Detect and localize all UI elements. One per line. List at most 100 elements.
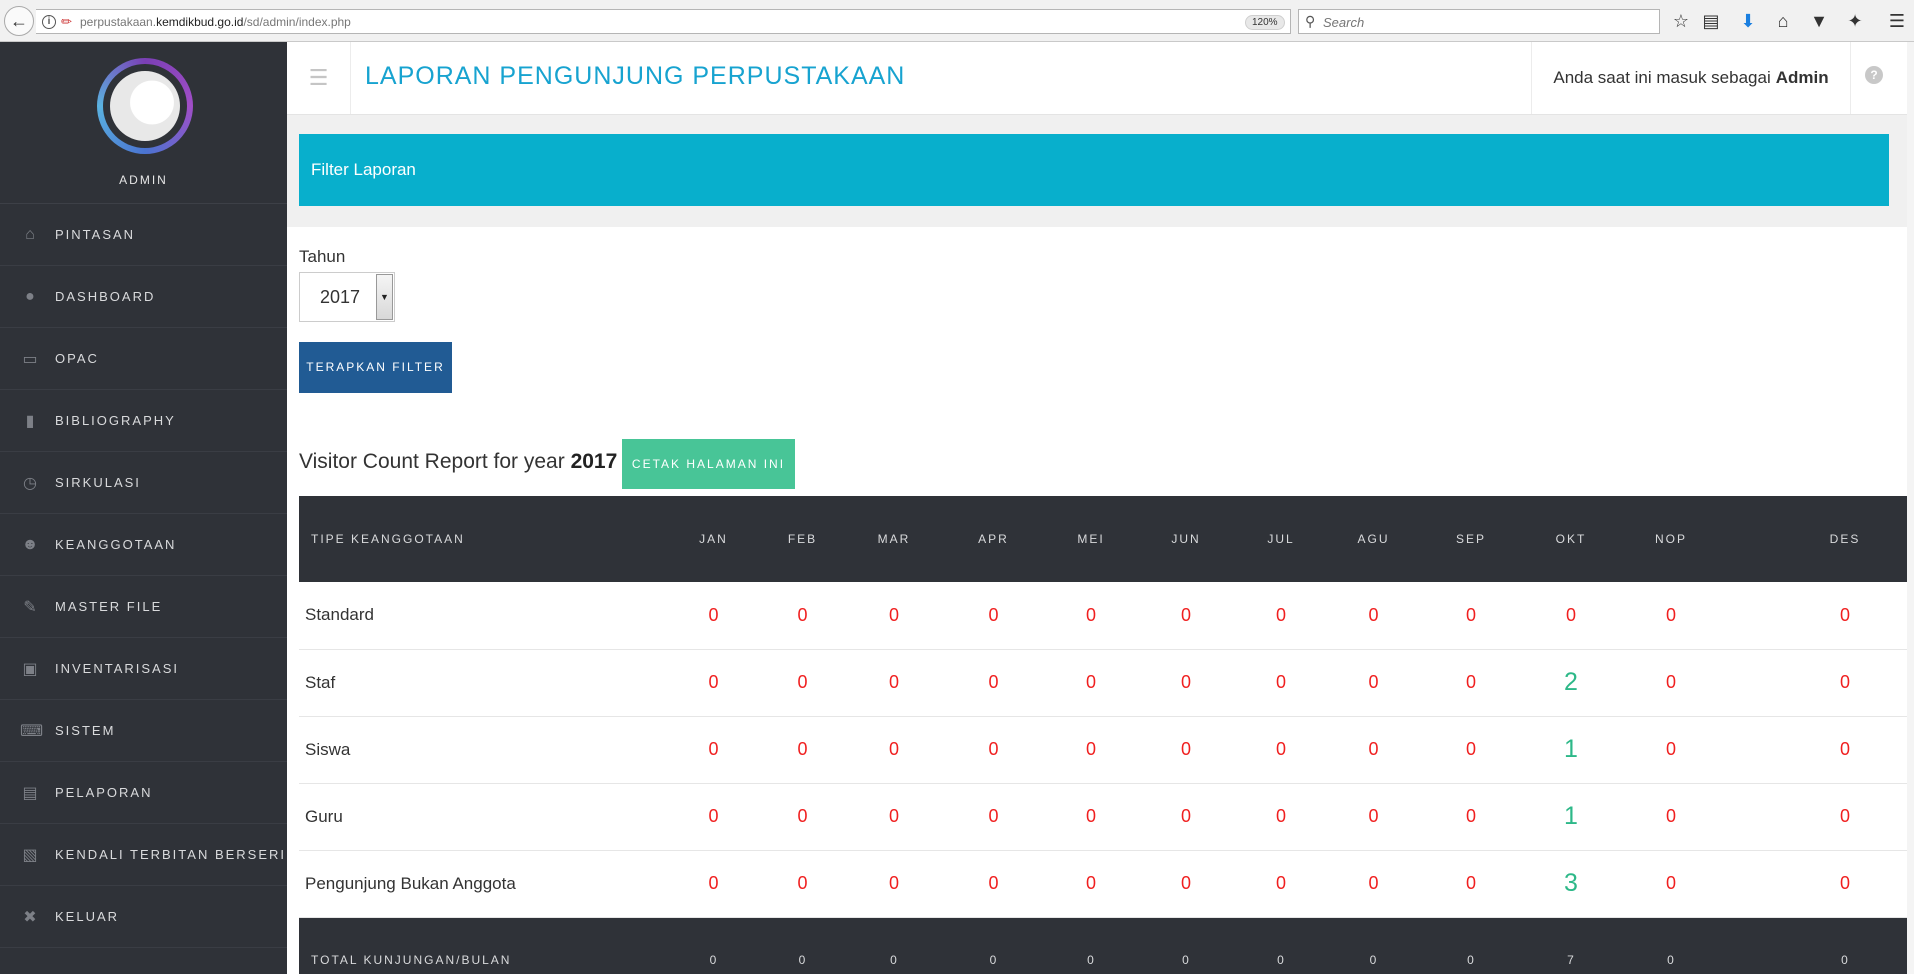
total-count-cell: 0 <box>1236 917 1326 974</box>
back-button[interactable]: ← <box>4 6 34 36</box>
visitor-count-cell: 0 <box>1721 783 1914 851</box>
visitor-count-cell: 0 <box>847 783 941 851</box>
visitor-count-cell: 0 <box>1621 850 1721 918</box>
pocket-icon[interactable]: ▼ <box>1806 9 1832 33</box>
visitor-count-cell: 2 <box>1521 649 1621 717</box>
menu-icon[interactable]: ☰ <box>1884 9 1910 33</box>
clock-icon: ◷ <box>23 474 37 492</box>
page-header: ☰ LAPORAN PENGUNJUNG PERPUSTAKAAN Anda s… <box>287 42 1914 115</box>
sidebar-item-dashboard[interactable]: ● DASHBOARD <box>0 266 287 328</box>
apply-filter-button[interactable]: TERAPKAN FILTER <box>299 342 452 393</box>
visitor-count-cell: 0 <box>1326 716 1421 784</box>
extension-icon[interactable]: ✦ <box>1842 9 1868 33</box>
table-header-row: TIPE KEANGGOTAAN JAN FEB MAR APR MEI JUN… <box>299 496 1914 582</box>
visitor-count-cell: 0 <box>1721 649 1914 717</box>
visitor-count-cell: 0 <box>1421 649 1521 717</box>
sidebar-item-bibliography[interactable]: ▮ BIBLIOGRAPHY <box>0 390 287 452</box>
visitor-count-cell: 0 <box>1236 582 1326 650</box>
visitor-count-cell: 0 <box>1721 716 1914 784</box>
address-bar[interactable]: i ✏ perpustakaan.kemdikbud.go.id/sd/admi… <box>36 9 1311 34</box>
visitor-count-cell: 0 <box>941 716 1046 784</box>
visitor-count-cell: 0 <box>941 582 1046 650</box>
visitor-count-cell: 0 <box>1046 582 1136 650</box>
membership-type-cell: Pengunjung Bukan Anggota <box>299 850 669 918</box>
menu-toggle-icon[interactable]: ☰ <box>287 42 351 114</box>
visitor-count-cell: 0 <box>1236 783 1326 851</box>
sidebar-item-keluar[interactable]: ✖ KELUAR <box>0 886 287 948</box>
year-label: Tahun <box>299 247 346 266</box>
sidebar-item-sistem[interactable]: ⌨ SISTEM <box>0 700 287 762</box>
sidebar-item-inventarisasi[interactable]: ▣ INVENTARISASI <box>0 638 287 700</box>
visitor-count-cell: 1 <box>1521 783 1621 851</box>
info-icon[interactable]: i <box>42 15 56 29</box>
year-select-value: 2017 <box>320 287 361 307</box>
sidebar-item-label: PELAPORAN <box>55 785 153 800</box>
visitor-count-cell: 0 <box>1236 716 1326 784</box>
year-select[interactable]: 2017 ▼ <box>299 272 395 322</box>
total-count-cell: 0 <box>847 917 941 974</box>
sidebar-item-label: BIBLIOGRAPHY <box>55 413 176 428</box>
sidebar-item-keanggotaan[interactable]: ☻ KEANGGOTAAN <box>0 514 287 576</box>
avatar[interactable] <box>97 58 193 154</box>
home-icon: ⌂ <box>25 225 35 243</box>
total-count-cell: 0 <box>941 917 1046 974</box>
sidebar-item-sirkulasi[interactable]: ◷ SIRKULASI <box>0 452 287 514</box>
download-icon[interactable]: ⬇ <box>1735 9 1761 33</box>
visitor-count-cell: 0 <box>847 649 941 717</box>
visitor-count-cell: 0 <box>669 783 758 851</box>
table-row: Siswa 0 0 0 0 0 0 0 0 0 1 0 0 <box>299 716 1914 784</box>
total-count-cell: 0 <box>1326 917 1421 974</box>
total-label: TOTAL KUNJUNGAN/BULAN <box>299 917 669 974</box>
total-count-cell: 0 <box>1046 917 1136 974</box>
user-icon: ☻ <box>21 535 39 553</box>
visitor-count-cell: 0 <box>847 716 941 784</box>
bookmark-star-icon[interactable]: ☆ <box>1668 9 1694 33</box>
table-row: Pengunjung Bukan Anggota 0 0 0 0 0 0 0 0 0 3 0 0 <box>299 850 1914 918</box>
column-header-month: JAN <box>669 496 758 582</box>
user-info-text: Anda saat ini masuk sebagai <box>1553 68 1771 87</box>
visitor-report-table: TIPE KEANGGOTAAN JAN FEB MAR APR MEI JUN… <box>299 496 1914 974</box>
print-page-button[interactable]: CETAK HALAMAN INI <box>622 439 795 489</box>
sidebar-item-kendali-terbitan-berseri[interactable]: ▧ KENDALI TERBITAN BERSERI <box>0 824 287 886</box>
zoom-level[interactable]: 120% <box>1245 15 1285 30</box>
reading-list-icon[interactable]: ▤ <box>1698 9 1724 33</box>
profile-name: ADMIN <box>119 173 168 187</box>
visitor-count-cell: 0 <box>1421 783 1521 851</box>
visitor-count-cell: 0 <box>758 783 847 851</box>
table-row: Guru 0 0 0 0 0 0 0 0 0 1 0 0 <box>299 783 1914 851</box>
user-info: Anda saat ini masuk sebagai Admin <box>1531 42 1851 114</box>
visitor-count-cell: 0 <box>941 850 1046 918</box>
column-header-month: AGU <box>1326 496 1421 582</box>
visitor-count-cell: 0 <box>1136 649 1236 717</box>
sidebar-item-master-file[interactable]: ✎ MASTER FILE <box>0 576 287 638</box>
visitor-count-cell: 0 <box>669 582 758 650</box>
sidebar-item-pintasan[interactable]: ⌂ PINTASAN <box>0 204 287 266</box>
column-header-month: APR <box>941 496 1046 582</box>
visitor-count-cell: 0 <box>1046 783 1136 851</box>
search-input[interactable] <box>1323 13 1643 31</box>
chevron-down-icon[interactable]: ▼ <box>376 274 393 320</box>
sidebar-item-label: KELUAR <box>55 909 120 924</box>
membership-type-cell: Standard <box>299 582 669 650</box>
visitor-count-cell: 0 <box>1136 716 1236 784</box>
sidebar-item-pelaporan[interactable]: ▤ PELAPORAN <box>0 762 287 824</box>
home-icon[interactable]: ⌂ <box>1770 9 1796 33</box>
total-count-cell: 0 <box>758 917 847 974</box>
visitor-count-cell: 0 <box>941 783 1046 851</box>
sidebar-item-label: INVENTARISASI <box>55 661 180 676</box>
sidebar-item-label: PINTASAN <box>55 227 136 242</box>
scrollbar[interactable] <box>1907 42 1914 974</box>
browser-search[interactable]: ⚲ <box>1298 9 1660 34</box>
sidebar-item-opac[interactable]: ▭ OPAC <box>0 328 287 390</box>
visitor-count-cell: 0 <box>1326 649 1421 717</box>
visitor-count-cell: 0 <box>1421 582 1521 650</box>
pencil-icon: ✎ <box>23 598 37 616</box>
url-text: perpustakaan.kemdikbud.go.id/sd/admin/in… <box>80 15 351 29</box>
visitor-count-cell: 0 <box>941 649 1046 717</box>
visitor-count-cell: 0 <box>1236 649 1326 717</box>
visitor-count-cell: 0 <box>1621 716 1721 784</box>
column-header-month: NOP <box>1621 496 1721 582</box>
help-icon[interactable]: ? <box>1865 66 1883 84</box>
profile-panel: ADMIN <box>0 42 287 204</box>
sidebar-item-label: SIRKULASI <box>55 475 141 490</box>
